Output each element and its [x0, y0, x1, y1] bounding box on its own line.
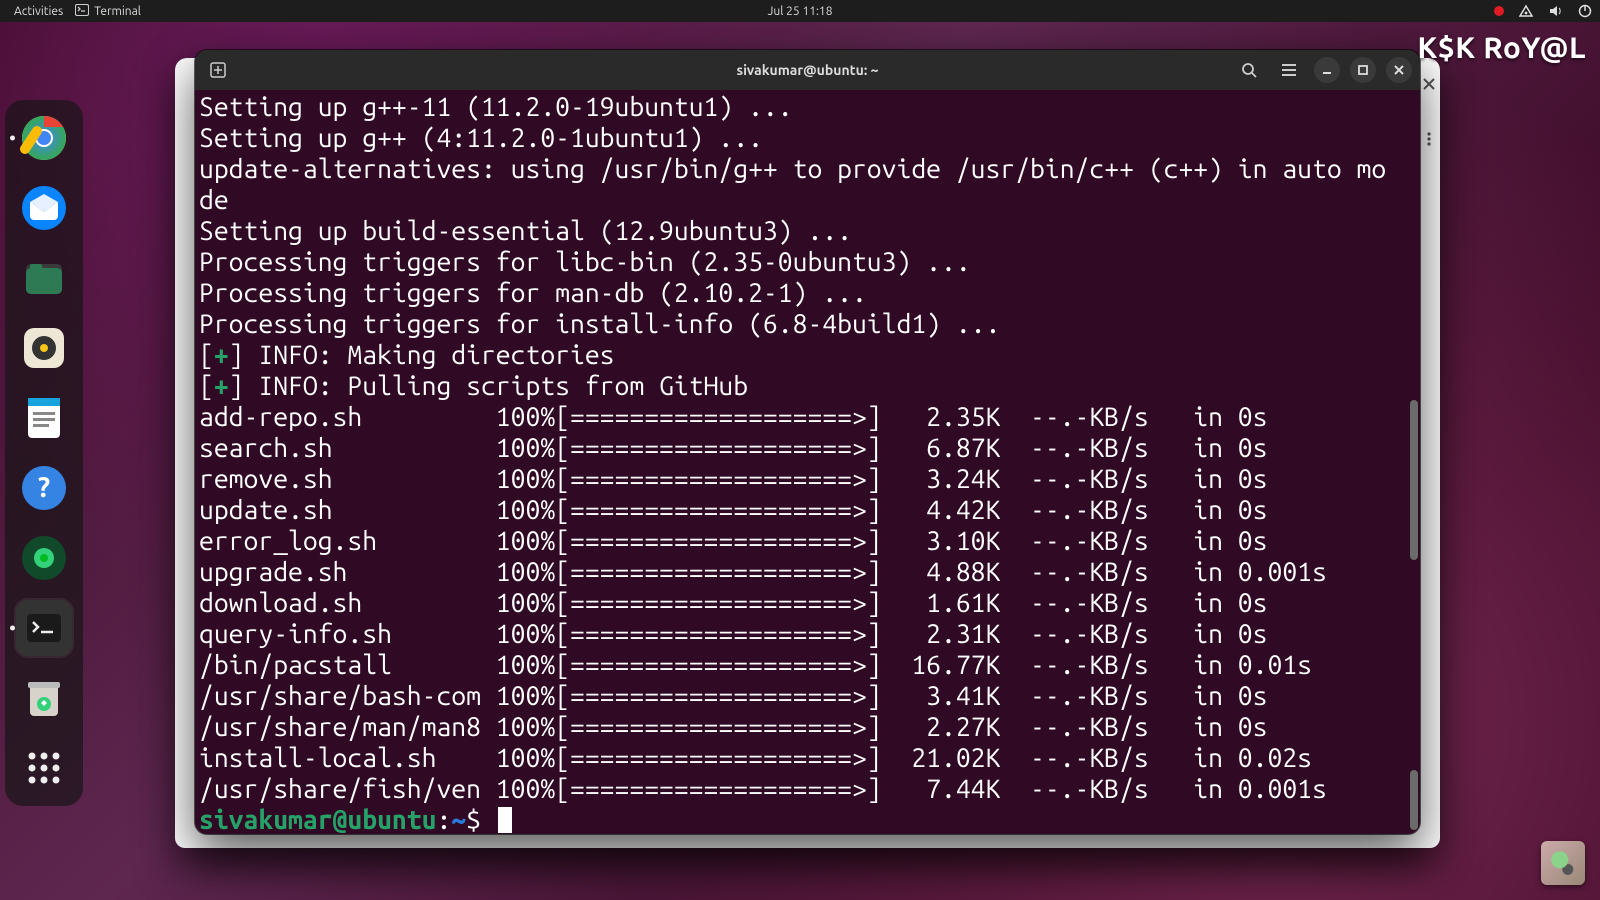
close-icon: [1421, 76, 1437, 92]
dock-rhythmbox[interactable]: [16, 320, 72, 376]
hamburger-menu-button[interactable]: [1274, 55, 1304, 85]
dock-files[interactable]: [16, 250, 72, 306]
search-icon: [1241, 62, 1257, 78]
topbar-app[interactable]: Terminal: [69, 4, 147, 19]
network-icon: [1518, 4, 1534, 18]
terminal-body[interactable]: Setting up g++-11 (11.2.0-19ubuntu1) ...…: [195, 90, 1420, 834]
scrollbar-thumb-bottom[interactable]: [1410, 770, 1418, 830]
search-button[interactable]: [1234, 55, 1264, 85]
dock: ?: [5, 100, 83, 806]
new-tab-button[interactable]: [203, 55, 233, 85]
dock-help[interactable]: ?: [16, 460, 72, 516]
dock-chrome[interactable]: [16, 110, 72, 166]
terminal-icon: [75, 4, 89, 19]
terminal-window: sivakumar@ubuntu: ~ Setting up g++-11 (1…: [195, 50, 1420, 834]
dock-terminal[interactable]: [16, 600, 72, 656]
dock-show-apps[interactable]: [16, 740, 72, 796]
window-titlebar[interactable]: sivakumar@ubuntu: ~: [195, 50, 1420, 90]
dock-trash[interactable]: [16, 670, 72, 726]
system-tray[interactable]: [1494, 4, 1592, 18]
window-title: sivakumar@ubuntu: ~: [736, 62, 878, 78]
close-icon: [1393, 64, 1405, 76]
maximize-button[interactable]: [1350, 57, 1376, 83]
top-bar: Activities Terminal Jul 25 11:18: [0, 0, 1600, 22]
close-button[interactable]: [1386, 57, 1412, 83]
svg-text:?: ?: [38, 472, 50, 503]
activities-button[interactable]: Activities: [8, 5, 69, 18]
scrollbar-thumb[interactable]: [1410, 400, 1418, 560]
volume-icon: [1548, 4, 1564, 18]
minimize-icon: [1321, 64, 1333, 76]
dock-app[interactable]: [16, 530, 72, 586]
minimize-button[interactable]: [1314, 57, 1340, 83]
dock-thunderbird[interactable]: [16, 180, 72, 236]
kebab-icon: [1422, 132, 1436, 146]
watermark-text: K$K RoY@L: [1417, 30, 1586, 64]
dock-writer[interactable]: [16, 390, 72, 446]
hamburger-icon: [1281, 63, 1297, 77]
notification-dot-icon: [1494, 6, 1504, 16]
maximize-icon: [1357, 64, 1369, 76]
corner-thumbnail: [1541, 841, 1585, 885]
power-icon: [1578, 4, 1592, 18]
clock[interactable]: Jul 25 11:18: [768, 5, 833, 18]
topbar-app-label: Terminal: [94, 5, 141, 18]
terminal-scrollbar[interactable]: [1408, 90, 1418, 834]
